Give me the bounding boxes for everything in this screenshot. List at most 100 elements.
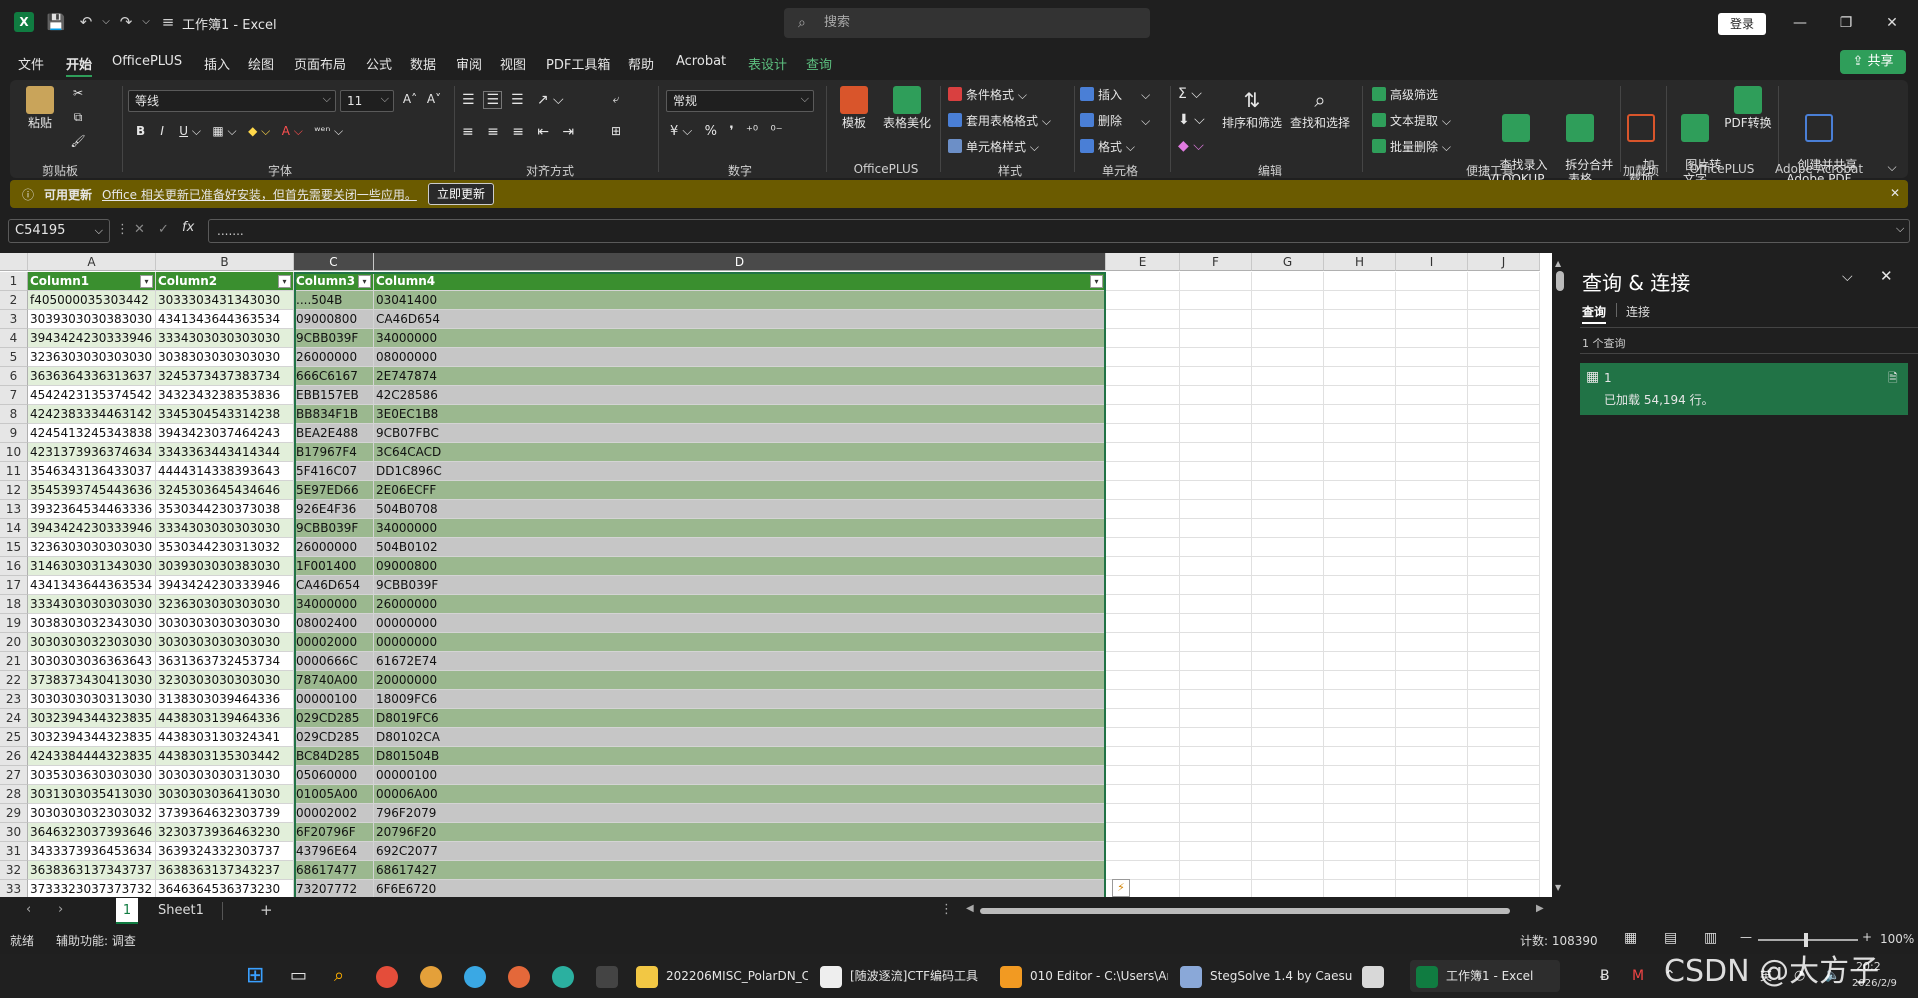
column-header-e[interactable]: E bbox=[1106, 253, 1180, 271]
empty-cell[interactable] bbox=[1396, 538, 1468, 557]
table-cell[interactable]: 3035303630303030 bbox=[28, 766, 156, 785]
empty-cell[interactable] bbox=[1468, 462, 1540, 481]
insert-cells-button[interactable]: 插入 ⌵ bbox=[1080, 86, 1150, 103]
table-cell[interactable]: 0000666C bbox=[294, 652, 374, 671]
table-cell[interactable]: 61672E74 bbox=[374, 652, 1106, 671]
empty-cell[interactable] bbox=[1252, 500, 1324, 519]
table-cell[interactable]: 3138303039464336 bbox=[156, 690, 294, 709]
page-layout-view-icon[interactable]: ▤ bbox=[1664, 930, 1677, 946]
row-header[interactable]: 7 bbox=[0, 386, 28, 405]
empty-cell[interactable] bbox=[1180, 690, 1252, 709]
table-cell[interactable]: CA46D654 bbox=[374, 310, 1106, 329]
sheet-tab-1[interactable]: 1 bbox=[116, 898, 138, 924]
table-cell[interactable]: 43796E64 bbox=[294, 842, 374, 861]
empty-cell[interactable] bbox=[1252, 842, 1324, 861]
clock-date[interactable]: 2026/2/9 bbox=[1852, 978, 1897, 989]
empty-cell[interactable] bbox=[1396, 671, 1468, 690]
table-cell[interactable]: 5E97ED66 bbox=[294, 481, 374, 500]
customize-qat-icon[interactable]: ≡ bbox=[158, 12, 178, 32]
column-header-h[interactable]: H bbox=[1324, 253, 1396, 271]
table-cell[interactable]: 3032394344323835 bbox=[28, 728, 156, 747]
fill-icon[interactable]: ⬇ ⌵ bbox=[1178, 112, 1205, 128]
share-button[interactable]: ⇪ 共享 bbox=[1840, 50, 1906, 74]
close-update-icon[interactable]: ✕ bbox=[1890, 186, 1900, 200]
accessibility-status[interactable]: 辅助功能: 调查 bbox=[56, 932, 136, 949]
empty-cell[interactable] bbox=[1468, 576, 1540, 595]
empty-cell[interactable] bbox=[1324, 804, 1396, 823]
table-cell[interactable]: 3636364336313637 bbox=[28, 367, 156, 386]
empty-cell[interactable] bbox=[1252, 462, 1324, 481]
table-cell[interactable]: 4341343644363534 bbox=[28, 576, 156, 595]
empty-cell[interactable] bbox=[1252, 804, 1324, 823]
page-break-view-icon[interactable]: ▥ bbox=[1704, 930, 1717, 946]
table-cell[interactable]: 666C6167 bbox=[294, 367, 374, 386]
empty-cell[interactable] bbox=[1468, 709, 1540, 728]
taskbar-item-ctf-tool[interactable]: [随波逐流]CTF编码工具 bbox=[820, 960, 988, 992]
font-name-select[interactable]: 等线 bbox=[128, 89, 336, 112]
empty-cell[interactable] bbox=[1252, 671, 1324, 690]
table-cell[interactable]: CA46D654 bbox=[294, 576, 374, 595]
advanced-filter-button[interactable]: 高级筛选 bbox=[1372, 86, 1438, 103]
empty-cell[interactable] bbox=[1106, 595, 1180, 614]
empty-cell[interactable] bbox=[1396, 595, 1468, 614]
table-cell[interactable]: BC84D285 bbox=[294, 747, 374, 766]
table-cell[interactable]: 3733323037373732 bbox=[28, 880, 156, 897]
confirm-entry-icon[interactable]: ✓ bbox=[158, 222, 169, 237]
table-cell[interactable]: 9CB07FBC bbox=[374, 424, 1106, 443]
table-cell[interactable]: 3343363443414344 bbox=[156, 443, 294, 462]
empty-cell[interactable] bbox=[1396, 481, 1468, 500]
empty-cell[interactable] bbox=[1106, 405, 1180, 424]
empty-cell[interactable] bbox=[1396, 633, 1468, 652]
empty-cell[interactable] bbox=[1324, 310, 1396, 329]
empty-cell[interactable] bbox=[1180, 709, 1252, 728]
empty-cell[interactable] bbox=[1106, 861, 1180, 880]
empty-cell[interactable] bbox=[1106, 519, 1180, 538]
table-header-cell[interactable]: Column3 ▾ bbox=[294, 272, 374, 291]
empty-cell[interactable] bbox=[1396, 690, 1468, 709]
empty-cell[interactable] bbox=[1396, 747, 1468, 766]
empty-cell[interactable] bbox=[1468, 443, 1540, 462]
align-middle-icon[interactable]: ☰ bbox=[483, 91, 503, 109]
tab-view[interactable]: 视图 bbox=[500, 54, 526, 73]
empty-cell[interactable] bbox=[1396, 519, 1468, 538]
vertical-scroll-thumb[interactable] bbox=[1556, 271, 1564, 291]
empty-cell[interactable] bbox=[1106, 367, 1180, 386]
tab-acrobat[interactable]: Acrobat bbox=[676, 54, 726, 69]
empty-cell[interactable] bbox=[1468, 272, 1540, 291]
column-header-a[interactable]: A bbox=[28, 253, 156, 271]
empty-cell[interactable] bbox=[1396, 880, 1468, 897]
table-cell[interactable]: 08002400 bbox=[294, 614, 374, 633]
table-cell[interactable]: D80102CA bbox=[374, 728, 1106, 747]
tray-up-icon[interactable]: ⌃ bbox=[1664, 960, 1676, 992]
paste-button[interactable]: 粘贴 bbox=[20, 86, 60, 130]
empty-cell[interactable] bbox=[1106, 386, 1180, 405]
empty-cell[interactable] bbox=[1468, 785, 1540, 804]
table-cell[interactable]: 4245413245343838 bbox=[28, 424, 156, 443]
empty-cell[interactable] bbox=[1252, 690, 1324, 709]
row-header[interactable]: 4 bbox=[0, 329, 28, 348]
row-header[interactable]: 27 bbox=[0, 766, 28, 785]
tab-home[interactable]: 开始 bbox=[66, 54, 93, 77]
empty-cell[interactable] bbox=[1252, 766, 1324, 785]
empty-cell[interactable] bbox=[1324, 576, 1396, 595]
table-cell[interactable]: 9CBB039F bbox=[294, 519, 374, 538]
tray-b-icon[interactable]: Ƀ bbox=[1600, 960, 1610, 992]
empty-cell[interactable] bbox=[1106, 348, 1180, 367]
table-cell[interactable]: 3334303030303030 bbox=[28, 595, 156, 614]
empty-cell[interactable] bbox=[1106, 690, 1180, 709]
empty-cell[interactable] bbox=[1468, 671, 1540, 690]
zoom-slider-thumb[interactable] bbox=[1804, 933, 1808, 947]
scroll-left-icon[interactable]: ◀ bbox=[966, 903, 974, 914]
empty-cell[interactable] bbox=[1468, 310, 1540, 329]
empty-cell[interactable] bbox=[1180, 880, 1252, 897]
empty-cell[interactable] bbox=[1180, 595, 1252, 614]
table-cell[interactable]: 9CBB039F bbox=[374, 576, 1106, 595]
table-cell[interactable]: 3433373936453634 bbox=[28, 842, 156, 861]
empty-cell[interactable] bbox=[1324, 861, 1396, 880]
empty-cell[interactable] bbox=[1324, 481, 1396, 500]
chrome-alt-icon[interactable] bbox=[420, 960, 450, 992]
ribbon-collapse-icon[interactable]: ⌵ bbox=[1884, 160, 1900, 174]
empty-cell[interactable] bbox=[1468, 291, 1540, 310]
empty-cell[interactable] bbox=[1324, 272, 1396, 291]
tab-file[interactable]: 文件 bbox=[18, 54, 44, 73]
